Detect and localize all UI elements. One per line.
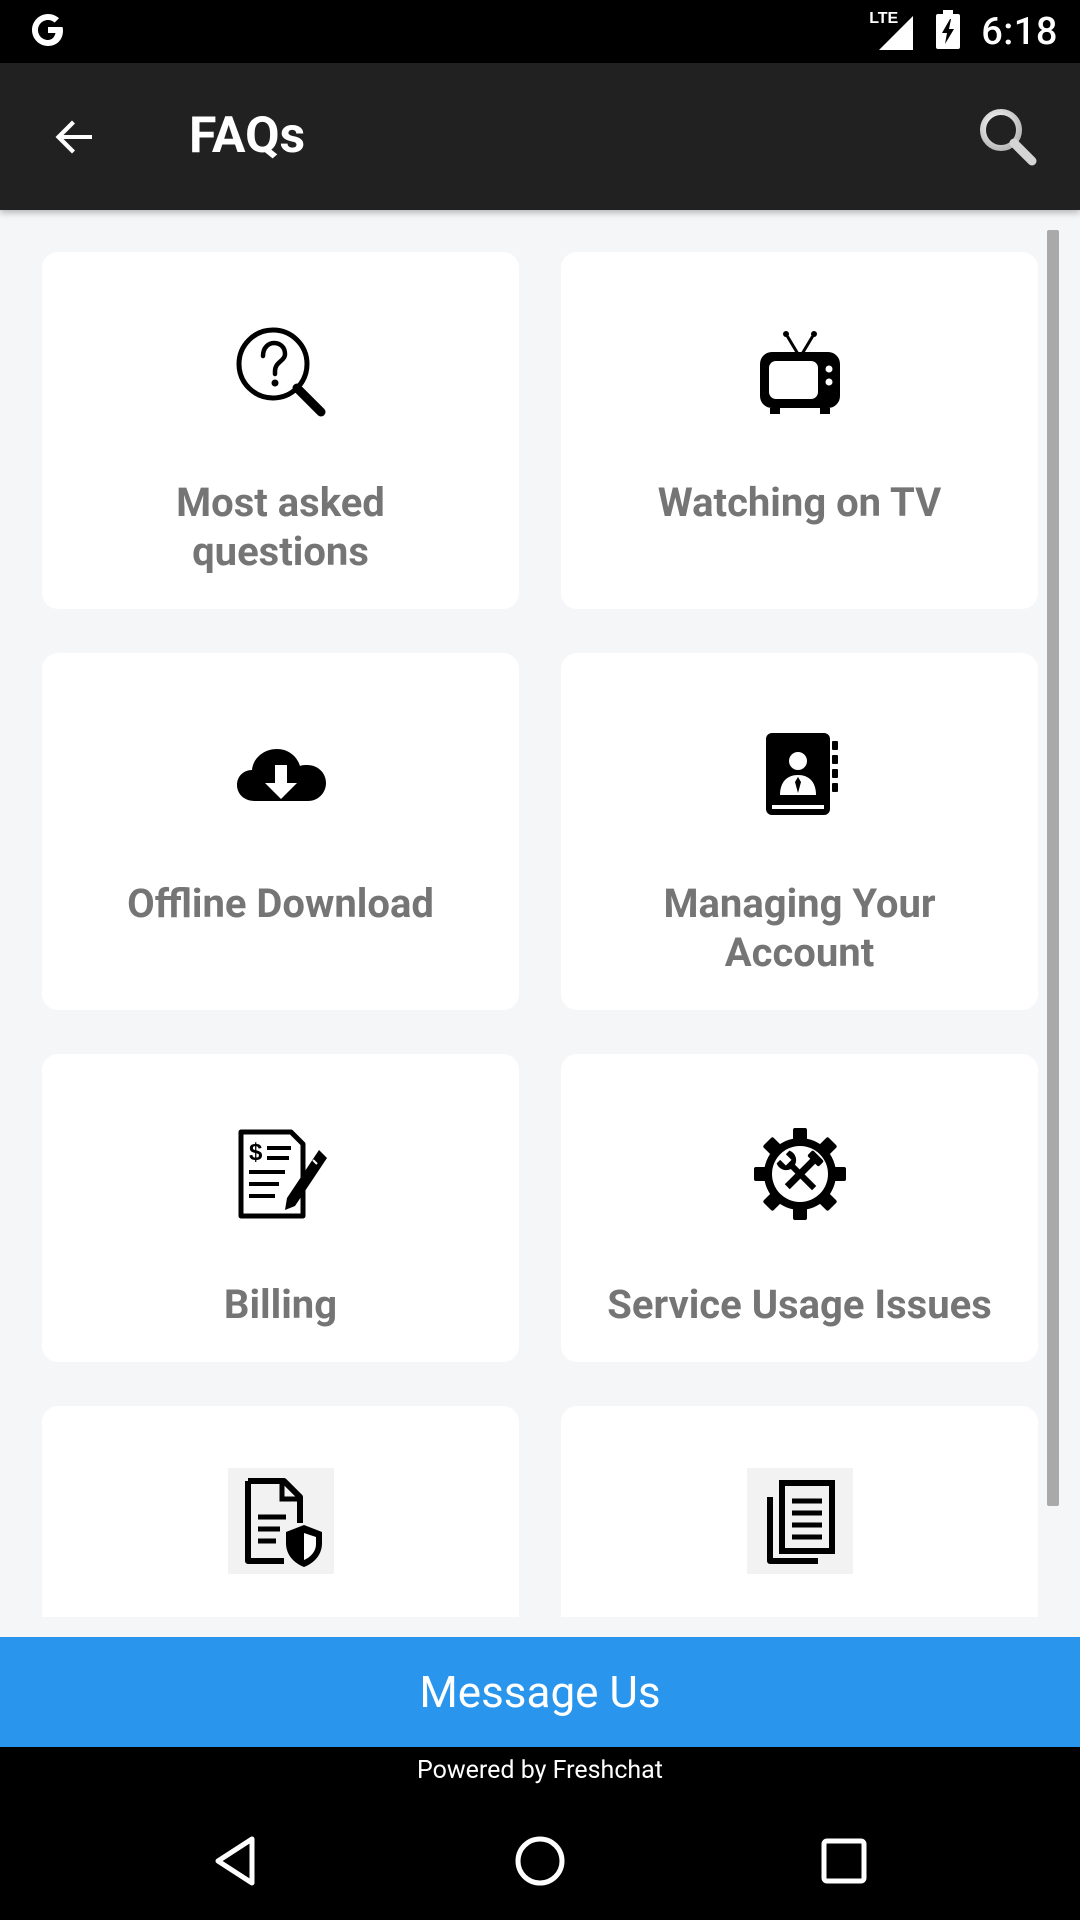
scrollbar[interactable] bbox=[1047, 230, 1059, 1506]
google-icon bbox=[28, 10, 68, 54]
document-shield-icon bbox=[228, 1468, 334, 1574]
battery-charging-icon bbox=[935, 9, 961, 54]
invoice-edit-icon: $ bbox=[229, 1122, 333, 1226]
faq-card-label: Managing Your Account bbox=[663, 880, 936, 976]
nav-recents-button[interactable] bbox=[800, 1817, 888, 1905]
faq-card-label: Billing bbox=[223, 1281, 338, 1328]
tv-icon bbox=[748, 320, 852, 424]
back-button[interactable] bbox=[36, 99, 112, 175]
faq-card-label: Offline Download bbox=[127, 880, 434, 927]
message-us-label: Message Us bbox=[419, 1666, 661, 1718]
status-bar: LTE 6:18 bbox=[0, 0, 1080, 63]
faq-card-offline-download[interactable]: Offline Download bbox=[42, 653, 519, 1010]
home-circle-icon bbox=[515, 1836, 565, 1886]
faq-card-label: Most asked questions bbox=[176, 479, 385, 575]
faq-card-managing-account[interactable]: Managing Your Account bbox=[561, 653, 1038, 1010]
faq-card-service-usage[interactable]: Service Usage Issues bbox=[561, 1054, 1038, 1362]
search-button[interactable] bbox=[970, 99, 1046, 175]
lte-signal-icon: LTE bbox=[869, 10, 915, 52]
contact-book-icon bbox=[748, 721, 852, 825]
faq-card-billing[interactable]: $ Billing bbox=[42, 1054, 519, 1362]
faq-card-watching-tv[interactable]: Watching on TV bbox=[561, 252, 1038, 609]
faq-category-grid: Most asked questions Watching on TV Offl… bbox=[0, 210, 1080, 1617]
svg-text:$: $ bbox=[249, 1139, 263, 1166]
nav-home-button[interactable] bbox=[496, 1817, 584, 1905]
arrow-left-icon bbox=[55, 120, 92, 154]
nav-back-button[interactable] bbox=[192, 1817, 280, 1905]
faq-card-label: Service Usage Issues bbox=[607, 1281, 992, 1328]
powered-by-text: Powered by Freshchat bbox=[0, 1747, 1080, 1799]
page-title: FAQs bbox=[189, 107, 306, 165]
cloud-download-icon bbox=[229, 721, 333, 825]
faq-card-privacy-policy[interactable] bbox=[42, 1406, 519, 1617]
faq-card-most-asked[interactable]: Most asked questions bbox=[42, 252, 519, 609]
gear-tools-icon bbox=[748, 1122, 852, 1226]
recents-square-icon bbox=[821, 1838, 867, 1884]
system-nav-bar bbox=[0, 1799, 1080, 1920]
search-icon bbox=[980, 109, 1037, 166]
status-time: 6:18 bbox=[981, 9, 1058, 54]
back-triangle-icon bbox=[215, 1836, 255, 1886]
question-magnifier-icon bbox=[229, 320, 333, 424]
message-us-button[interactable]: Message Us bbox=[0, 1637, 1080, 1747]
faq-card-label: Watching on TV bbox=[657, 479, 942, 526]
faq-card-documents[interactable] bbox=[561, 1406, 1038, 1617]
documents-copy-icon bbox=[747, 1468, 853, 1574]
app-bar: FAQs bbox=[0, 63, 1080, 210]
